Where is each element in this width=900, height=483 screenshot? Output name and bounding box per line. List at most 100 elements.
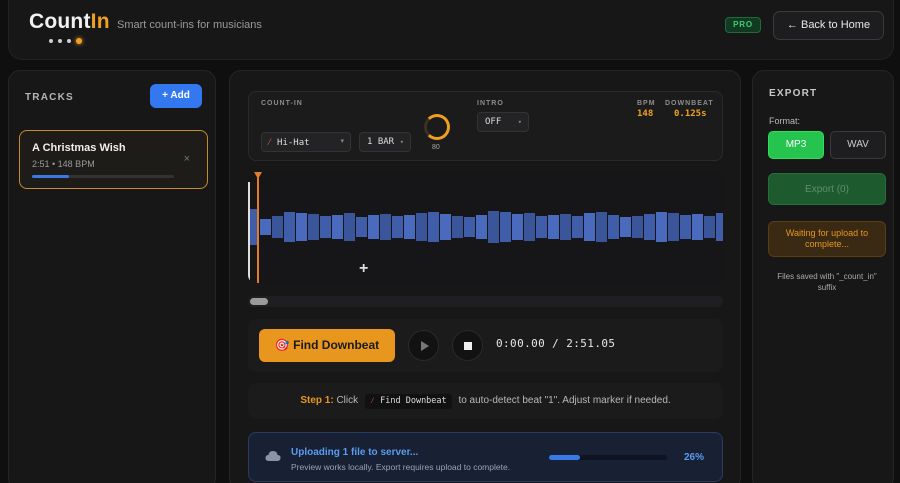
- waveform-bar: [368, 215, 380, 239]
- play-button[interactable]: [408, 330, 439, 361]
- step-prefix: Step 1:: [300, 395, 334, 406]
- stop-button[interactable]: [452, 330, 483, 361]
- waveform-bar: [512, 214, 524, 240]
- waveform-bar: [620, 217, 632, 237]
- waveform-bar: [680, 215, 692, 239]
- waveform-bar: [308, 214, 320, 240]
- find-downbeat-chip: ⁄ Find Downbeat: [364, 394, 452, 409]
- waveform-scrollbar[interactable]: [248, 296, 723, 307]
- format-mp3-button[interactable]: MP3: [768, 131, 824, 159]
- waveform-bar: [344, 213, 356, 241]
- stop-icon: [464, 342, 472, 350]
- track-item[interactable]: A Christmas Wish 2:51 • 148 BPM ×: [19, 130, 208, 189]
- crosshair-cursor-icon: +: [359, 260, 369, 277]
- waveform-bar: [380, 214, 392, 240]
- waveform-bar: [464, 217, 476, 237]
- export-button[interactable]: Export (0): [768, 173, 886, 205]
- track-progress-bar: [32, 175, 174, 178]
- drumstick-icon: ⁄: [269, 137, 271, 147]
- waveform-bar: [284, 212, 296, 242]
- count-in-settings: COUNT-IN ⁄ Hi-Hat ▾ 1 BAR ▾ 80 INTRO OFF…: [248, 91, 723, 161]
- downbeat-marker-handle[interactable]: [254, 172, 262, 179]
- waveform-bar: [404, 215, 416, 239]
- tagline: Smart count-ins for musicians: [117, 19, 262, 31]
- waveform-bar: [608, 215, 620, 239]
- remove-track-icon[interactable]: ×: [184, 153, 190, 165]
- chevron-down-icon: ▾: [340, 138, 344, 145]
- suffix-note: Files saved with "_count_in" suffix: [777, 272, 877, 292]
- intro-label: INTRO: [477, 100, 504, 107]
- waveform-bar: [560, 214, 572, 240]
- scrollbar-thumb[interactable]: [250, 298, 268, 305]
- downbeat-value: 0.125s: [674, 109, 707, 119]
- waveform-bar: [584, 213, 596, 241]
- waveform-bar: [692, 214, 704, 240]
- pro-badge: PRO: [725, 17, 761, 33]
- waveform-bar: [536, 216, 548, 238]
- add-track-button[interactable]: + Add: [150, 84, 202, 108]
- waveform-bar: [548, 215, 560, 239]
- volume-value: 80: [432, 144, 440, 151]
- tracks-title: TRACKS: [25, 92, 74, 103]
- waveform-bar: [668, 213, 680, 241]
- waveform-bar: [440, 214, 452, 240]
- waveform-bar: [644, 214, 656, 240]
- waveform-bar: [500, 212, 512, 242]
- waveform-bar: [656, 212, 668, 242]
- upload-waiting-notice: Waiting for upload to complete...: [768, 221, 886, 257]
- count-in-label: COUNT-IN: [261, 100, 303, 107]
- waveform-bar: [596, 212, 608, 242]
- waveform-bar: [704, 216, 716, 238]
- bpm-value: 148: [637, 109, 654, 119]
- waveform-bar: [416, 213, 428, 241]
- waveform-bar: [488, 211, 500, 243]
- format-label: Format:: [769, 116, 801, 126]
- target-icon: 🎯: [274, 338, 290, 352]
- waveform-bar: [332, 215, 344, 239]
- app-logo[interactable]: CountIn: [29, 10, 110, 34]
- waveform-bar: [476, 215, 488, 239]
- waveform-bar: [524, 213, 536, 241]
- waveform-bar: [320, 216, 332, 238]
- waveform-bar: [716, 213, 723, 241]
- track-name: A Christmas Wish: [32, 142, 126, 154]
- upload-progress-bar: [549, 455, 667, 460]
- tracks-panel: TRACKS + Add A Christmas Wish 2:51 • 148…: [8, 70, 216, 483]
- playhead[interactable]: [248, 182, 250, 283]
- waveform[interactable]: +: [248, 172, 723, 283]
- downbeat-marker[interactable]: [257, 172, 259, 283]
- back-to-home-button[interactable]: ← Back to Home: [773, 11, 884, 40]
- waveform-bar: [428, 212, 440, 242]
- export-panel: EXPORT Format: MP3 WAV Export (0) Waitin…: [752, 70, 894, 483]
- find-downbeat-button[interactable]: 🎯 Find Downbeat: [259, 329, 395, 362]
- bars-select[interactable]: 1 BAR ▾: [359, 132, 411, 152]
- cloud-icon: [265, 451, 281, 461]
- chevron-down-icon: ▾: [517, 118, 522, 126]
- waveform-bar: [392, 216, 404, 238]
- play-icon: [421, 341, 429, 351]
- waveform-bar: [632, 216, 644, 238]
- upload-subtitle: Preview works locally. Export requires u…: [291, 462, 511, 472]
- waveform-bar: [572, 216, 584, 238]
- step-hint: Step 1: Click ⁄ Find Downbeat to auto-de…: [248, 383, 723, 419]
- waveform-bar: [356, 217, 368, 237]
- bpm-label: BPM: [637, 100, 656, 107]
- waveform-bar: [260, 219, 272, 235]
- track-meta: 2:51 • 148 BPM: [32, 159, 95, 169]
- waveform-bar: [296, 213, 308, 241]
- upload-status: Uploading 1 file to server... Preview wo…: [248, 432, 723, 482]
- logo-beat-dots: [49, 38, 82, 44]
- format-wav-button[interactable]: WAV: [830, 131, 886, 159]
- downbeat-label: DOWNBEAT: [665, 100, 714, 107]
- sound-select[interactable]: ⁄ Hi-Hat ▾: [261, 132, 351, 152]
- intro-select[interactable]: OFF ▾: [477, 112, 529, 132]
- upload-percent: 26%: [684, 452, 705, 463]
- drumstick-icon: ⁄: [369, 396, 375, 406]
- waveform-bar: [452, 216, 464, 238]
- volume-knob[interactable]: [424, 114, 450, 140]
- chevron-down-icon: ▾: [399, 138, 404, 146]
- waveform-bar: [272, 216, 284, 238]
- waveform-bars: [248, 172, 723, 283]
- app-header: CountIn Smart count-ins for musicians PR…: [8, 0, 894, 60]
- time-display: 0:00.00 / 2:51.05: [496, 337, 616, 350]
